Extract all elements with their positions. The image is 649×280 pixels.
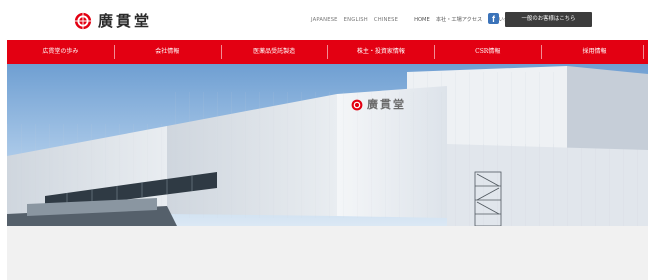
building-sign: 廣貫堂 — [351, 99, 406, 111]
nav-item-recruit[interactable]: 採用情報 — [541, 40, 648, 64]
lang-chinese-link[interactable]: CHINESE — [374, 16, 398, 24]
nav-item-history[interactable]: 広貫堂の歩み — [7, 40, 114, 64]
logo-mark-icon — [74, 12, 92, 30]
lang-english-link[interactable]: ENGLISH — [344, 16, 368, 24]
facebook-icon[interactable]: f — [488, 13, 499, 24]
hero-image: 廣貫堂 — [7, 64, 648, 226]
factory-building-illustration — [7, 64, 648, 226]
nav-item-csr[interactable]: CSR情報 — [434, 40, 541, 64]
consumer-button[interactable]: 一般のお客様はこちら — [505, 12, 592, 27]
site-logo[interactable]: 廣貫堂 — [74, 12, 152, 30]
logo-text: 廣貫堂 — [98, 12, 153, 30]
site-header: 廣貫堂 JAPANESE ENGLISH CHINESE HOME 本社・工場ア… — [0, 0, 649, 40]
nav-item-company[interactable]: 会社情報 — [113, 40, 221, 64]
content-area — [7, 226, 648, 280]
access-link[interactable]: 本社・工場アクセス — [436, 16, 482, 24]
nav-item-investors[interactable]: 株主・投資家情報 — [327, 40, 434, 64]
sign-text: 廣貫堂 — [367, 98, 406, 111]
lang-japanese-link[interactable]: JAPANESE — [311, 16, 338, 24]
home-link[interactable]: HOME — [414, 16, 430, 24]
sign-logo-icon — [351, 99, 363, 111]
nav-item-contract-manufacturing[interactable]: 医薬品受託製造 — [220, 40, 328, 64]
main-nav: 広貫堂の歩み 会社情報 医薬品受託製造 株主・投資家情報 CSR情報 採用情報 — [7, 40, 648, 64]
